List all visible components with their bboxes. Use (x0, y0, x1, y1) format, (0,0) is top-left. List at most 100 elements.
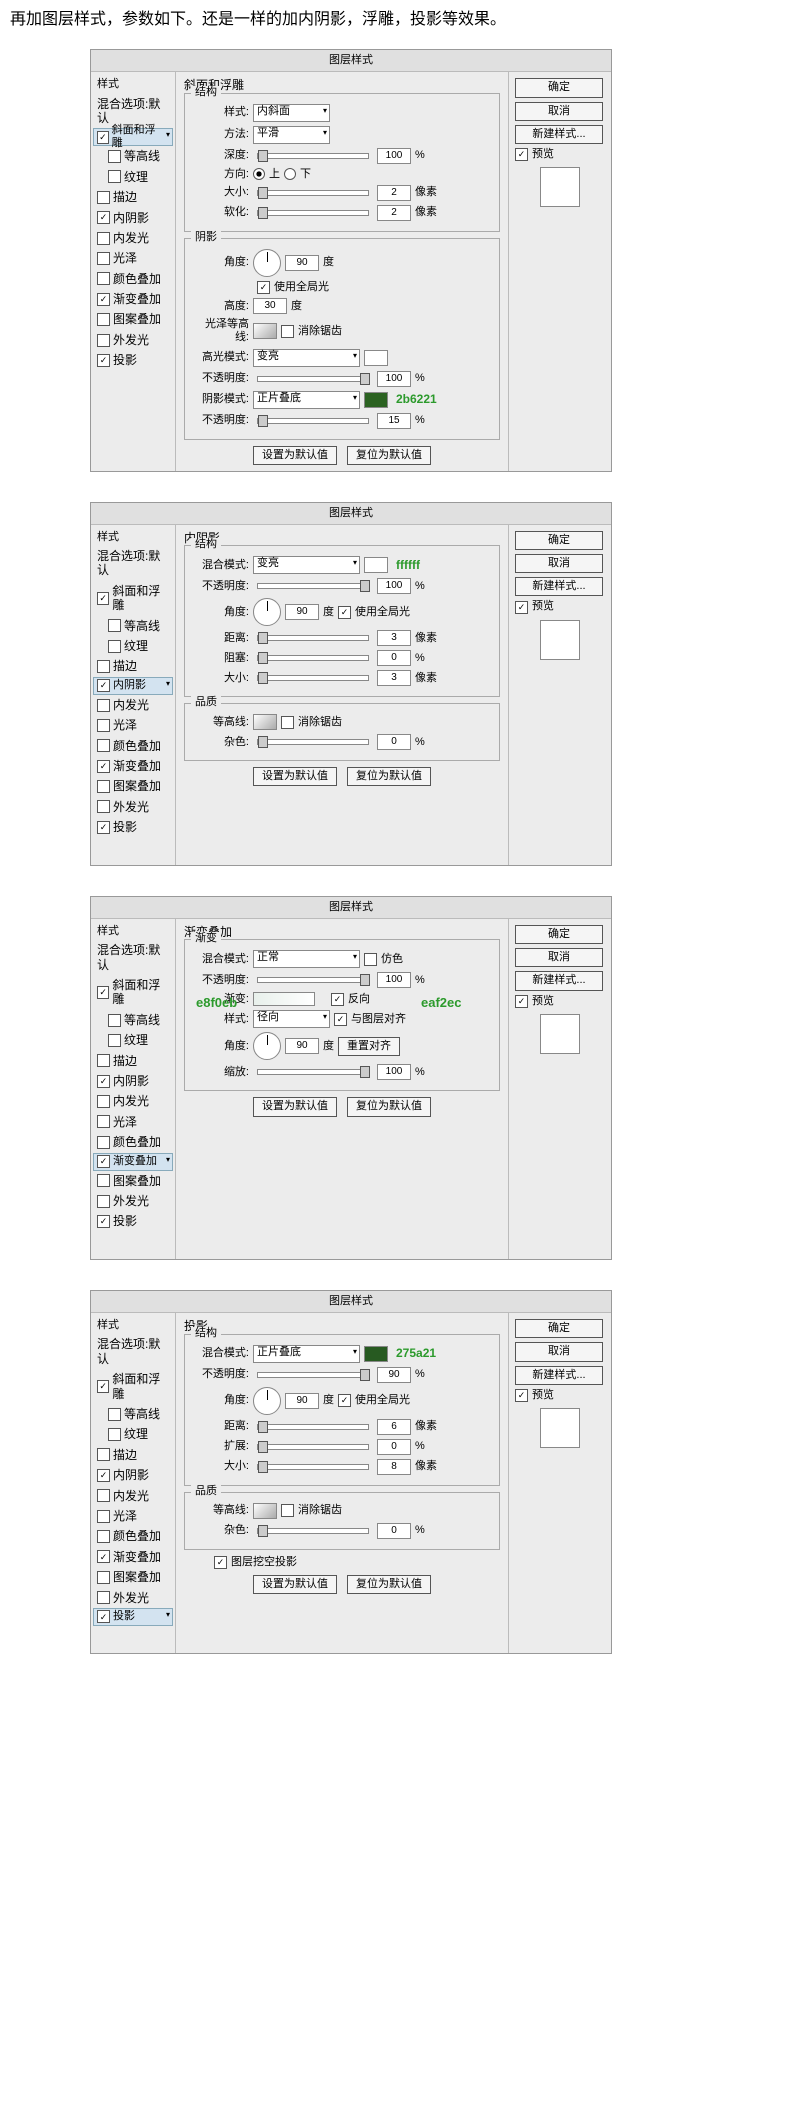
grad-style[interactable]: 径向 (253, 1010, 330, 1028)
preview-checkbox[interactable] (515, 148, 528, 161)
choke-slider[interactable] (257, 655, 369, 661)
style-bevel[interactable]: 斜面和浮雕 (93, 128, 173, 146)
anti-alias-checkbox[interactable] (281, 325, 294, 338)
style-inner-shadow[interactable]: 内阴影 (93, 208, 173, 228)
checkbox[interactable] (108, 170, 121, 183)
checkbox[interactable] (97, 354, 110, 367)
contour-swatch[interactable] (253, 1503, 277, 1519)
cancel-button[interactable]: 取消 (515, 102, 603, 121)
blend-options[interactable]: 混合选项:默认 (93, 546, 173, 581)
make-default-button[interactable]: 设置为默认值 (253, 446, 337, 465)
angle-input[interactable]: 90 (285, 604, 319, 620)
blend-mode[interactable]: 正常 (253, 950, 360, 968)
new-style-button[interactable]: 新建样式... (515, 1366, 603, 1385)
make-default-button[interactable]: 设置为默认值 (253, 1575, 337, 1594)
global-light-checkbox[interactable] (257, 281, 270, 294)
cancel-button[interactable]: 取消 (515, 948, 603, 967)
align-checkbox[interactable] (334, 1013, 347, 1026)
checkbox[interactable] (97, 232, 110, 245)
anti-alias-checkbox[interactable] (281, 716, 294, 729)
dither-checkbox[interactable] (364, 953, 377, 966)
style-inner-shadow[interactable]: 内阴影 (93, 677, 173, 695)
choke-input[interactable]: 0 (377, 650, 411, 666)
style-gradient-overlay[interactable]: 渐变叠加 (93, 1153, 173, 1171)
anti-alias-checkbox[interactable] (281, 1504, 294, 1517)
noise-slider[interactable] (257, 739, 369, 745)
size-input[interactable]: 2 (377, 185, 411, 201)
size-slider[interactable] (257, 675, 369, 681)
gradient-preview[interactable] (253, 992, 315, 1006)
angle-input[interactable]: 90 (285, 1393, 319, 1409)
style-texture[interactable]: 纹理 (93, 167, 173, 187)
new-style-button[interactable]: 新建样式... (515, 125, 603, 144)
technique-select[interactable]: 平滑 (253, 126, 330, 144)
style-gradient-overlay[interactable]: 渐变叠加 (93, 289, 173, 309)
style-color-overlay[interactable]: 颜色叠加 (93, 269, 173, 289)
ok-button[interactable]: 确定 (515, 925, 603, 944)
reset-default-button[interactable]: 复位为默认值 (347, 1575, 431, 1594)
style-bevel[interactable]: 斜面和浮雕 (93, 581, 173, 616)
cancel-button[interactable]: 取消 (515, 554, 603, 573)
ok-button[interactable]: 确定 (515, 78, 603, 97)
color-swatch[interactable] (364, 557, 388, 573)
noise-input[interactable]: 0 (377, 734, 411, 750)
soften-input[interactable]: 2 (377, 205, 411, 221)
make-default-button[interactable]: 设置为默认值 (253, 767, 337, 786)
ok-button[interactable]: 确定 (515, 1319, 603, 1338)
scale-input[interactable]: 100 (377, 1064, 411, 1080)
hl-opacity-slider[interactable] (257, 376, 369, 382)
cancel-button[interactable]: 取消 (515, 1342, 603, 1361)
angle-dial[interactable] (253, 1032, 281, 1060)
reset-align-button[interactable]: 重置对齐 (338, 1037, 400, 1056)
opacity-input[interactable]: 90 (377, 1367, 411, 1383)
opacity-slider[interactable] (257, 1372, 369, 1378)
new-style-button[interactable]: 新建样式... (515, 577, 603, 596)
angle-input[interactable]: 90 (285, 1038, 319, 1054)
checkbox[interactable] (97, 191, 110, 204)
opacity-input[interactable]: 100 (377, 578, 411, 594)
reset-default-button[interactable]: 复位为默认值 (347, 446, 431, 465)
dir-up[interactable] (253, 168, 265, 180)
color-swatch[interactable] (364, 1346, 388, 1362)
distance-input[interactable]: 3 (377, 630, 411, 646)
style-pattern-overlay[interactable]: 图案叠加 (93, 309, 173, 329)
angle-dial[interactable] (253, 1387, 281, 1415)
depth-input[interactable]: 100 (377, 148, 411, 164)
style-drop-shadow[interactable]: 投影 (93, 1608, 173, 1626)
style-satin[interactable]: 光泽 (93, 248, 173, 268)
checkbox[interactable] (108, 150, 121, 163)
global-light-checkbox[interactable] (338, 606, 351, 619)
style-select[interactable]: 内斜面 (253, 104, 330, 122)
altitude-input[interactable]: 30 (253, 298, 287, 314)
distance-slider[interactable] (257, 1424, 369, 1430)
checkbox[interactable] (97, 131, 109, 144)
size-slider[interactable] (257, 190, 369, 196)
blend-mode[interactable]: 变亮 (253, 556, 360, 574)
shadow-color[interactable] (364, 392, 388, 408)
opacity-input[interactable]: 100 (377, 972, 411, 988)
blend-options[interactable]: 混合选项:默认 (93, 940, 173, 975)
style-outer-glow[interactable]: 外发光 (93, 330, 173, 350)
checkbox[interactable] (97, 293, 110, 306)
size-input[interactable]: 8 (377, 1459, 411, 1475)
opacity-slider[interactable] (257, 977, 369, 983)
checkbox[interactable] (97, 252, 110, 265)
distance-input[interactable]: 6 (377, 1419, 411, 1435)
checkbox[interactable] (97, 313, 110, 326)
knockout-checkbox[interactable] (214, 1556, 227, 1569)
preview-checkbox[interactable] (515, 1389, 528, 1402)
style-inner-glow[interactable]: 内发光 (93, 228, 173, 248)
angle-input[interactable]: 90 (285, 255, 319, 271)
checkbox[interactable] (97, 334, 110, 347)
contour-swatch[interactable] (253, 714, 277, 730)
checkbox[interactable] (97, 211, 110, 224)
blend-options[interactable]: 混合选项:默认 (93, 1334, 173, 1369)
sh-opacity-slider[interactable] (257, 418, 369, 424)
distance-slider[interactable] (257, 635, 369, 641)
blend-mode[interactable]: 正片叠底 (253, 1345, 360, 1363)
size-slider[interactable] (257, 1464, 369, 1470)
make-default-button[interactable]: 设置为默认值 (253, 1097, 337, 1116)
reset-default-button[interactable]: 复位为默认值 (347, 1097, 431, 1116)
dir-down[interactable] (284, 168, 296, 180)
angle-dial[interactable] (253, 249, 281, 277)
